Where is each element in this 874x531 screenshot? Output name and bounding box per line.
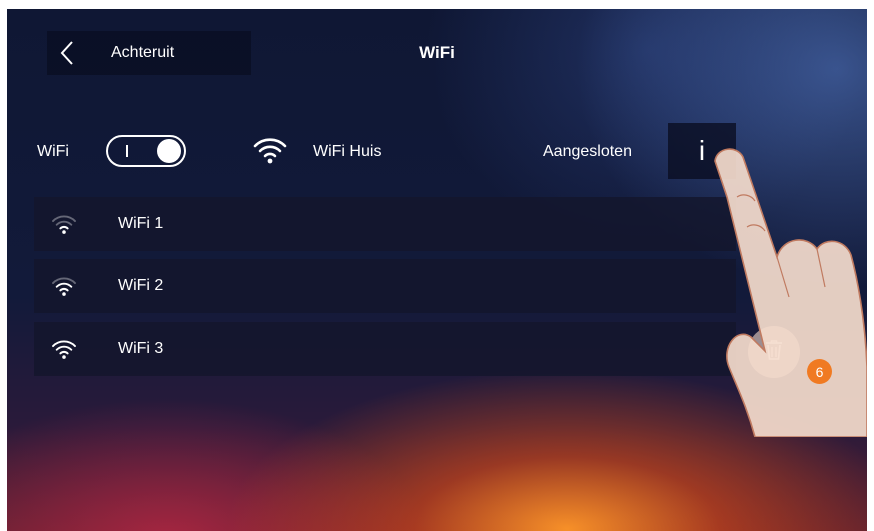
network-item-wifi-2[interactable]: WiFi 2	[34, 259, 736, 313]
header-bar: Achteruit WiFi	[7, 9, 867, 97]
wifi-icon	[51, 275, 91, 297]
step-callout-badge: 6	[807, 359, 832, 384]
wifi-toggle[interactable]	[106, 135, 186, 167]
wifi-toggle-label: WiFi	[37, 143, 69, 160]
toggle-knob	[157, 139, 181, 163]
page-title: WiFi	[419, 43, 455, 62]
wifi-icon	[253, 135, 287, 170]
screen: Achteruit WiFi WiFi WiFi Huis Aangeslote…	[7, 9, 867, 531]
network-item-wifi-1[interactable]: WiFi 1	[34, 197, 736, 251]
pointing-hand-illustration	[707, 137, 867, 442]
network-name: WiFi 1	[118, 215, 164, 232]
connection-status: Aangesloten	[543, 143, 632, 160]
network-item-wifi-3[interactable]: WiFi 3	[34, 322, 736, 376]
current-network-name: WiFi Huis	[313, 143, 382, 160]
wifi-icon	[51, 213, 91, 235]
network-name: WiFi 3	[118, 340, 164, 357]
toggle-on-mark	[126, 145, 128, 157]
network-name: WiFi 2	[118, 277, 164, 294]
wifi-icon	[51, 338, 91, 360]
